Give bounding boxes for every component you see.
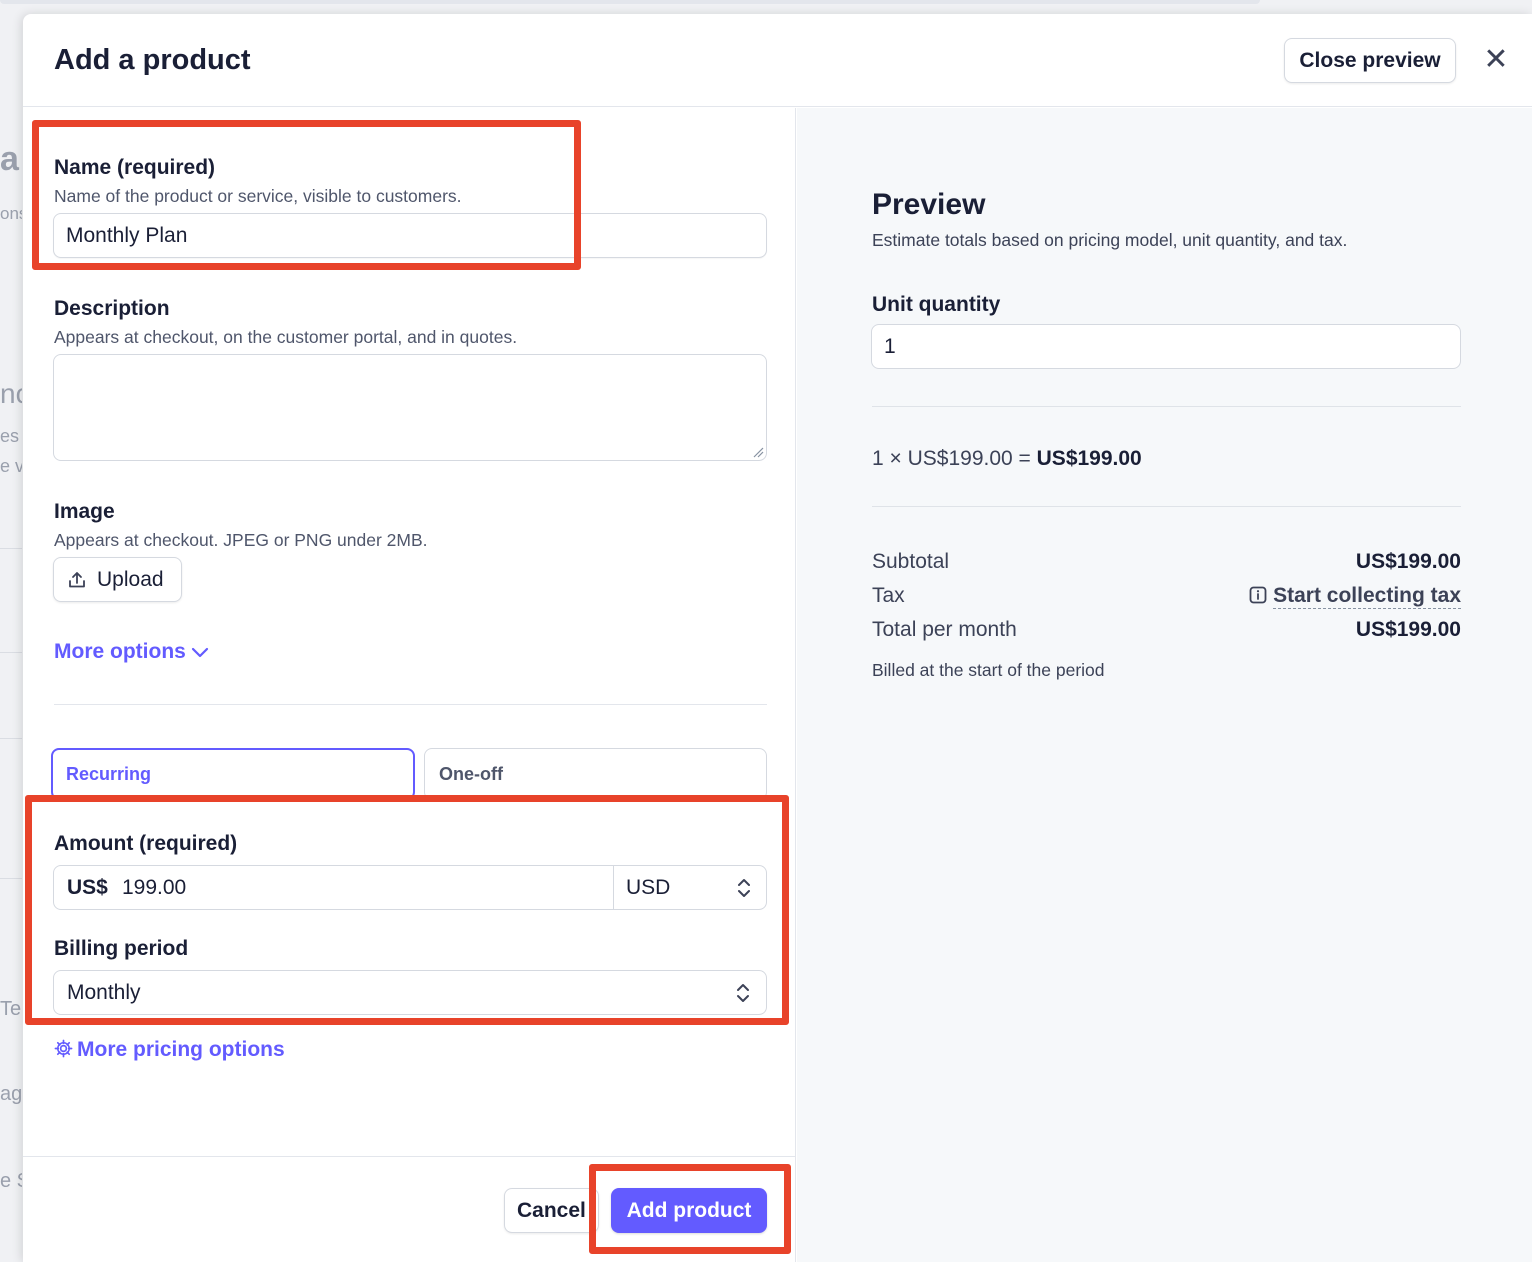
more-options-label: More options bbox=[54, 640, 186, 663]
background-text-fragment: e v bbox=[0, 456, 22, 476]
billing-period-select[interactable]: Monthly bbox=[53, 970, 767, 1015]
amount-input[interactable]: 199.00 bbox=[122, 876, 186, 900]
background-text-fragment: ag bbox=[0, 1083, 22, 1105]
more-pricing-options-label: More pricing options bbox=[77, 1038, 285, 1061]
name-label: Name (required) bbox=[54, 156, 216, 179]
upload-label: Upload bbox=[97, 568, 164, 591]
start-collecting-tax-link[interactable]: Start collecting tax bbox=[1249, 584, 1461, 609]
background-divider bbox=[0, 738, 22, 739]
close-preview-button[interactable]: Close preview bbox=[1284, 38, 1456, 83]
more-pricing-options-link[interactable]: More pricing options bbox=[54, 1038, 285, 1062]
section-divider bbox=[54, 704, 767, 705]
tax-label: Tax bbox=[872, 584, 905, 607]
price-type-recurring[interactable]: Recurring bbox=[51, 748, 415, 800]
drawer-header: Add a product Close preview ✕ bbox=[23, 14, 1532, 107]
close-icon[interactable]: ✕ bbox=[1481, 42, 1511, 78]
subtotal-value: US$199.00 bbox=[1355, 550, 1461, 573]
background-divider bbox=[0, 548, 22, 549]
preview-subtitle: Estimate totals based on pricing model, … bbox=[872, 230, 1348, 250]
chevron-up-down-icon bbox=[738, 879, 750, 897]
image-label: Image bbox=[54, 500, 115, 523]
subtotal-label: Subtotal bbox=[872, 550, 950, 573]
billing-period-label: Billing period bbox=[54, 937, 189, 960]
name-hint: Name of the product or service, visible … bbox=[54, 186, 462, 206]
preview-divider bbox=[872, 406, 1461, 407]
background-text-fragment: ons bbox=[0, 204, 22, 223]
unit-quantity-input[interactable] bbox=[871, 324, 1461, 369]
add-product-drawer: Add a product Close preview ✕ Name (requ… bbox=[23, 14, 1532, 1262]
background-divider bbox=[0, 878, 22, 879]
resize-grip-icon[interactable] bbox=[752, 446, 764, 458]
background-top-bar bbox=[0, 0, 1260, 4]
cancel-button[interactable]: Cancel bbox=[504, 1188, 599, 1233]
preview-panel: Preview Estimate totals based on pricing… bbox=[797, 108, 1532, 1262]
price-type-one-off[interactable]: One-off bbox=[424, 748, 767, 800]
calc-total: US$199.00 bbox=[1036, 447, 1142, 470]
upload-icon bbox=[69, 572, 85, 588]
amount-field[interactable]: US$ 199.00 USD bbox=[53, 865, 767, 910]
currency-select[interactable]: USD bbox=[613, 866, 767, 909]
billing-note: Billed at the start of the period bbox=[872, 660, 1105, 680]
more-options-link[interactable]: More options bbox=[54, 640, 210, 664]
amount-currency-prefix: US$ bbox=[67, 876, 108, 899]
preview-divider bbox=[872, 506, 1461, 507]
background-divider bbox=[0, 652, 22, 653]
image-hint: Appears at checkout. JPEG or PNG under 2… bbox=[54, 530, 428, 550]
description-label: Description bbox=[54, 297, 170, 320]
info-icon bbox=[1249, 586, 1267, 604]
price-calculation: 1 × US$199.00 = US$199.00 bbox=[872, 447, 1142, 471]
description-textarea[interactable] bbox=[53, 354, 767, 461]
product-form: Name (required) Name of the product or s… bbox=[23, 108, 796, 1156]
gear-icon bbox=[54, 1039, 73, 1058]
chevron-up-down-icon bbox=[737, 984, 749, 1002]
background-text-fragment: es bbox=[0, 426, 20, 446]
currency-value: USD bbox=[626, 876, 671, 899]
chevron-down-icon bbox=[191, 648, 208, 658]
drawer-title: Add a product bbox=[54, 44, 251, 76]
add-product-button[interactable]: Add product bbox=[611, 1188, 767, 1233]
billing-period-value: Monthly bbox=[67, 981, 141, 1004]
background-text-fragment: e S bbox=[0, 1170, 22, 1192]
total-value: US$199.00 bbox=[1355, 618, 1461, 641]
amount-label: Amount (required) bbox=[54, 832, 238, 855]
name-input[interactable] bbox=[53, 213, 767, 258]
background-text-fragment: nc bbox=[0, 378, 22, 409]
description-hint: Appears at checkout, on the customer por… bbox=[54, 327, 518, 347]
tax-link-label: Start collecting tax bbox=[1273, 584, 1461, 609]
background-text-fragment: a bbox=[0, 140, 19, 178]
calc-expression: 1 × US$199.00 = bbox=[872, 447, 1037, 470]
upload-button[interactable]: Upload bbox=[53, 557, 182, 602]
form-footer: Cancel Add product bbox=[23, 1156, 796, 1262]
total-label: Total per month bbox=[872, 618, 1017, 641]
preview-title: Preview bbox=[872, 188, 986, 221]
background-text-fragment: Te bbox=[0, 998, 22, 1020]
unit-quantity-label: Unit quantity bbox=[872, 293, 1001, 316]
